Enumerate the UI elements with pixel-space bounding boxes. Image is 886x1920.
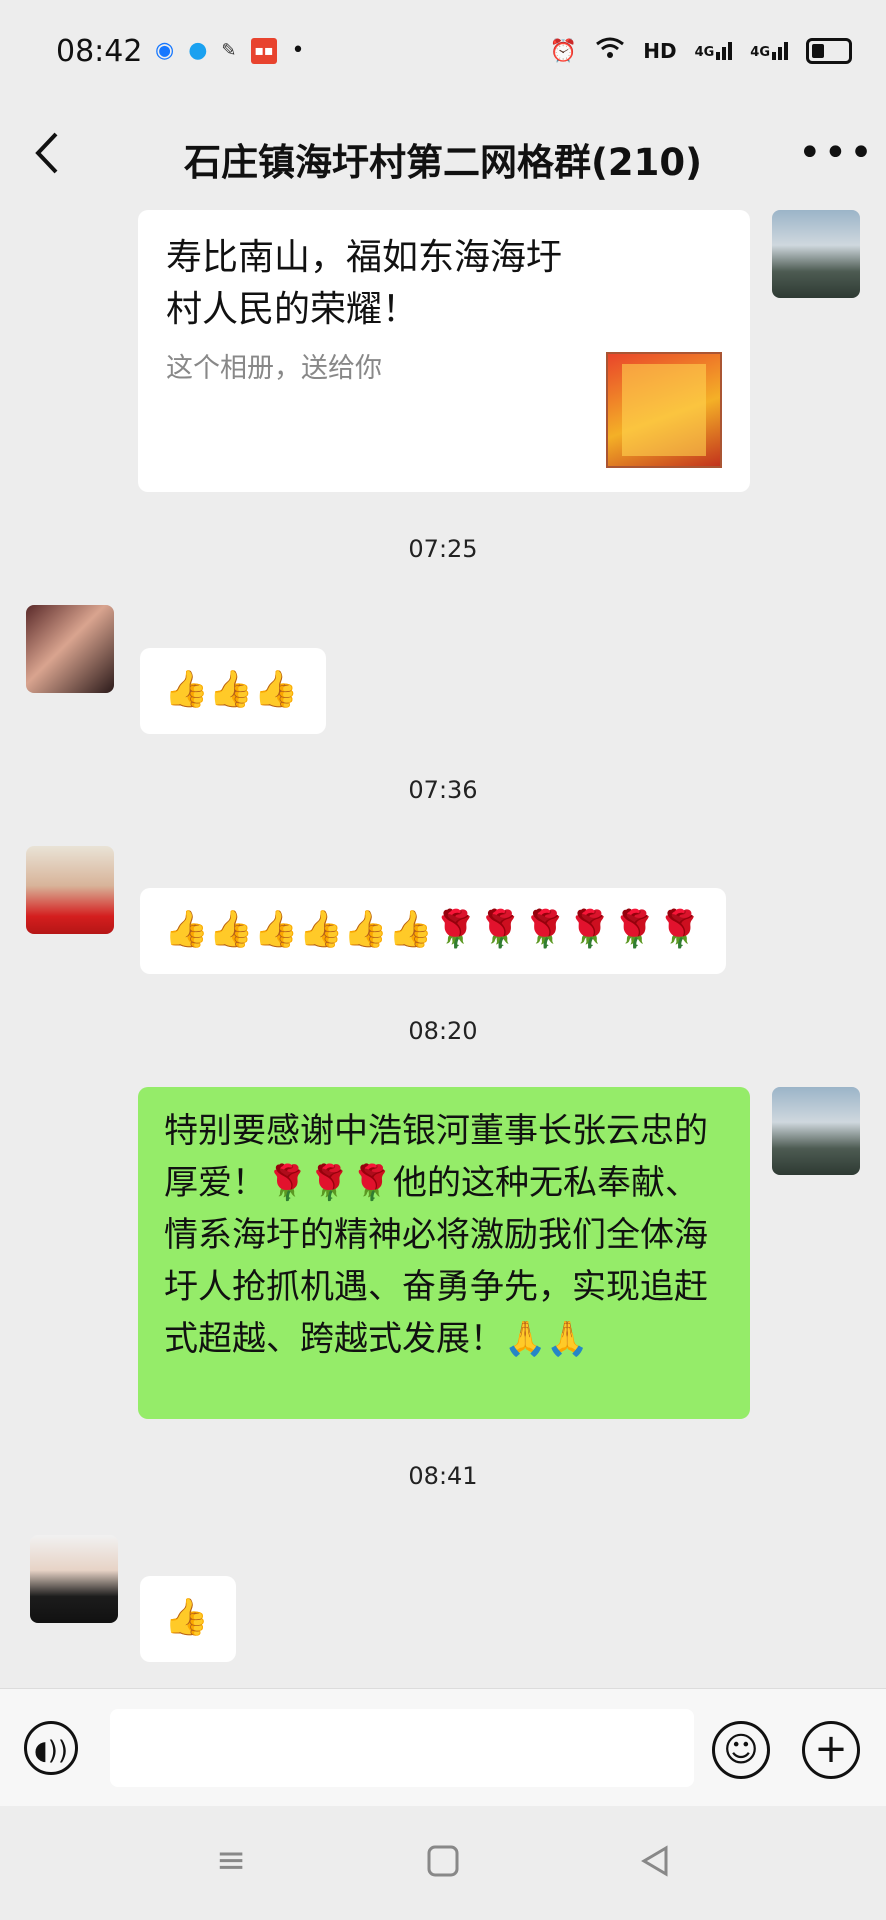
emoji-icon: ☺ (723, 1730, 759, 1770)
xuexi-icon: ✎ (221, 40, 237, 61)
message-input[interactable] (110, 1709, 694, 1787)
system-nav-bar: ≡ (0, 1806, 886, 1920)
blue-circle-icon: ◉ (155, 38, 175, 63)
back-nav-button[interactable] (625, 1836, 685, 1886)
member-avatar[interactable] (30, 1535, 118, 1623)
home-square-icon (427, 1845, 459, 1877)
member-avatar[interactable] (26, 846, 114, 934)
chat-header: 石庄镇海圩村第二网格群(210) ••• (0, 108, 886, 220)
message-bubble[interactable]: 特别要感谢中浩银河董事长张云忠的厚爱！🌹🌹🌹他的这种无私奉献、情系海圩的精神必将… (138, 1087, 750, 1419)
voice-button[interactable]: ◖)) (24, 1721, 78, 1775)
voice-icon: ◖)) (34, 1736, 68, 1766)
dot-icon: • (291, 38, 305, 63)
chevron-left-icon (35, 132, 58, 174)
album-subtitle: 这个相册，送给你 (166, 353, 382, 384)
status-time: 08:42 (56, 34, 143, 69)
plus-icon: + (814, 1726, 848, 1772)
4g-signal-icon: 4G (750, 42, 788, 60)
message-time: 08:20 (408, 1017, 478, 1045)
message-emoji: 👍👍👍 (164, 669, 299, 710)
message-emoji: 👍👍👍👍👍👍🌹🌹🌹🌹🌹🌹 (164, 909, 702, 950)
penguin-icon: ● (188, 38, 208, 63)
hd-signal-icon: HD (643, 39, 677, 63)
battery-icon (806, 38, 852, 64)
wifi-icon (595, 36, 625, 66)
album-title: 寿比南山，福如东海海圩村人民的荣耀！ (166, 237, 563, 330)
self-avatar[interactable] (772, 210, 860, 298)
album-thumbnail (606, 352, 722, 468)
message-bubble[interactable]: 👍 (140, 1576, 236, 1662)
message-text: 特别要感谢中浩银河董事长张云忠的厚爱！🌹🌹🌹他的这种无私奉献、情系海圩的精神必将… (164, 1111, 708, 1359)
home-button[interactable] (413, 1836, 473, 1886)
toutiao-icon: ▪▪ (250, 38, 278, 64)
status-left-icons: ◉ ● ✎ ▪▪ • (155, 38, 304, 64)
alarm-icon: ⏰ (549, 38, 578, 64)
member-avatar[interactable] (26, 605, 114, 693)
self-avatar[interactable] (772, 1087, 860, 1175)
status-bar: 08:42 ◉ ● ✎ ▪▪ • ⏰ HD 4G 4G (0, 0, 886, 108)
message-time: 07:25 (408, 535, 478, 563)
chat-title: 石庄镇海圩村第二网格群(210) (183, 141, 703, 184)
plus-button[interactable]: + (802, 1721, 860, 1779)
message-emoji: 👍 (164, 1597, 209, 1638)
back-button[interactable] (28, 128, 88, 188)
more-icon: ••• (798, 130, 875, 176)
message-bubble[interactable]: 👍👍👍 (140, 648, 326, 734)
message-bubble[interactable]: 👍👍👍👍👍👍🌹🌹🌹🌹🌹🌹 (140, 888, 726, 974)
message-time: 07:36 (408, 776, 478, 804)
battery-level (812, 44, 824, 58)
album-bubble[interactable]: 寿比南山，福如东海海圩村人民的荣耀！ 这个相册，送给你 (138, 210, 750, 492)
message-time: 08:41 (408, 1462, 478, 1490)
4g-signal-icon: 4G (695, 42, 733, 60)
emoji-button[interactable]: ☺ (712, 1721, 770, 1779)
input-bar: ◖)) ☺ + (0, 1688, 886, 1807)
menu-icon: ≡ (215, 1840, 247, 1881)
status-right-icons: ⏰ HD 4G 4G (550, 36, 852, 66)
back-triangle-icon (641, 1845, 668, 1877)
menu-button[interactable]: ≡ (201, 1836, 261, 1886)
more-button[interactable]: ••• (798, 128, 873, 188)
